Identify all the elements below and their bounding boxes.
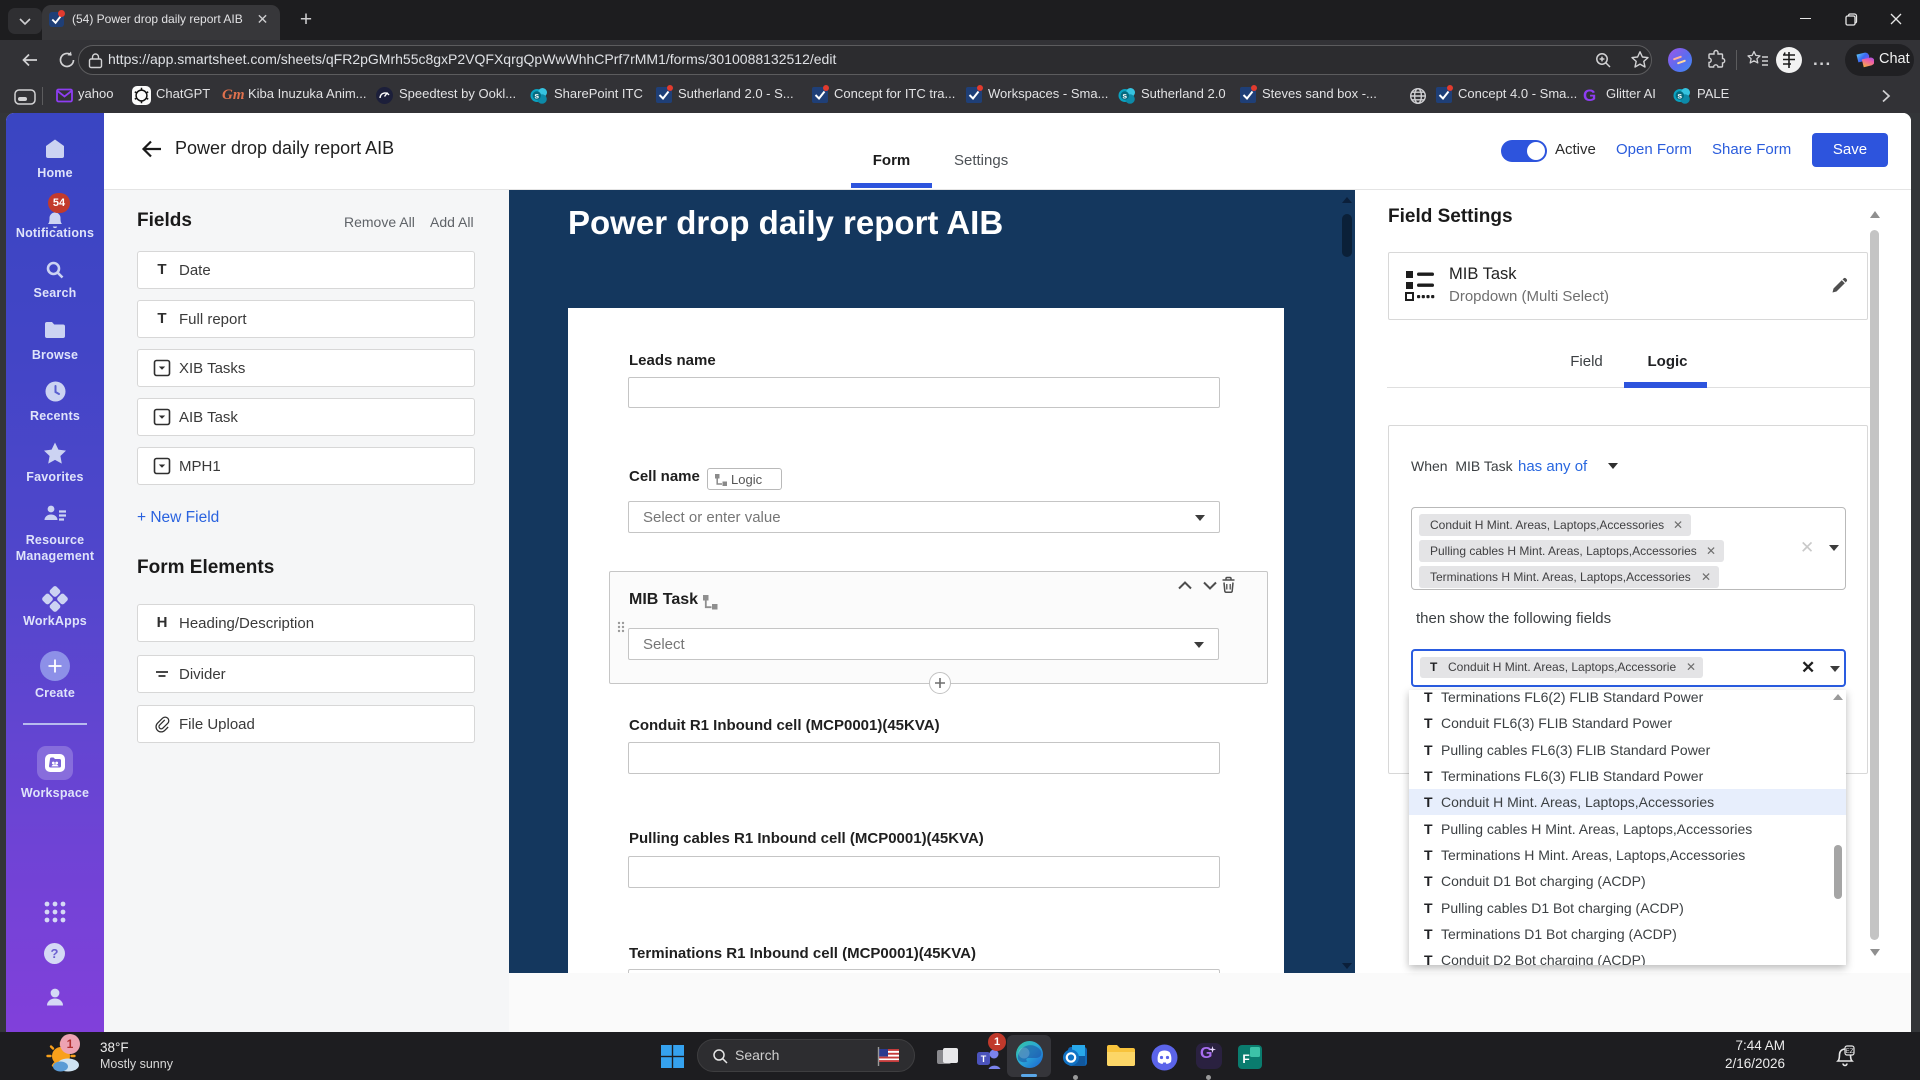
svg-text:F: F <box>1242 1052 1249 1066</box>
svg-text:T: T <box>981 1054 987 1064</box>
svg-text:EZ: EZ <box>1845 1048 1853 1055</box>
svg-text:s: s <box>1677 91 1682 101</box>
svg-text:s: s <box>1122 91 1127 101</box>
svg-text:s: s <box>534 91 539 101</box>
